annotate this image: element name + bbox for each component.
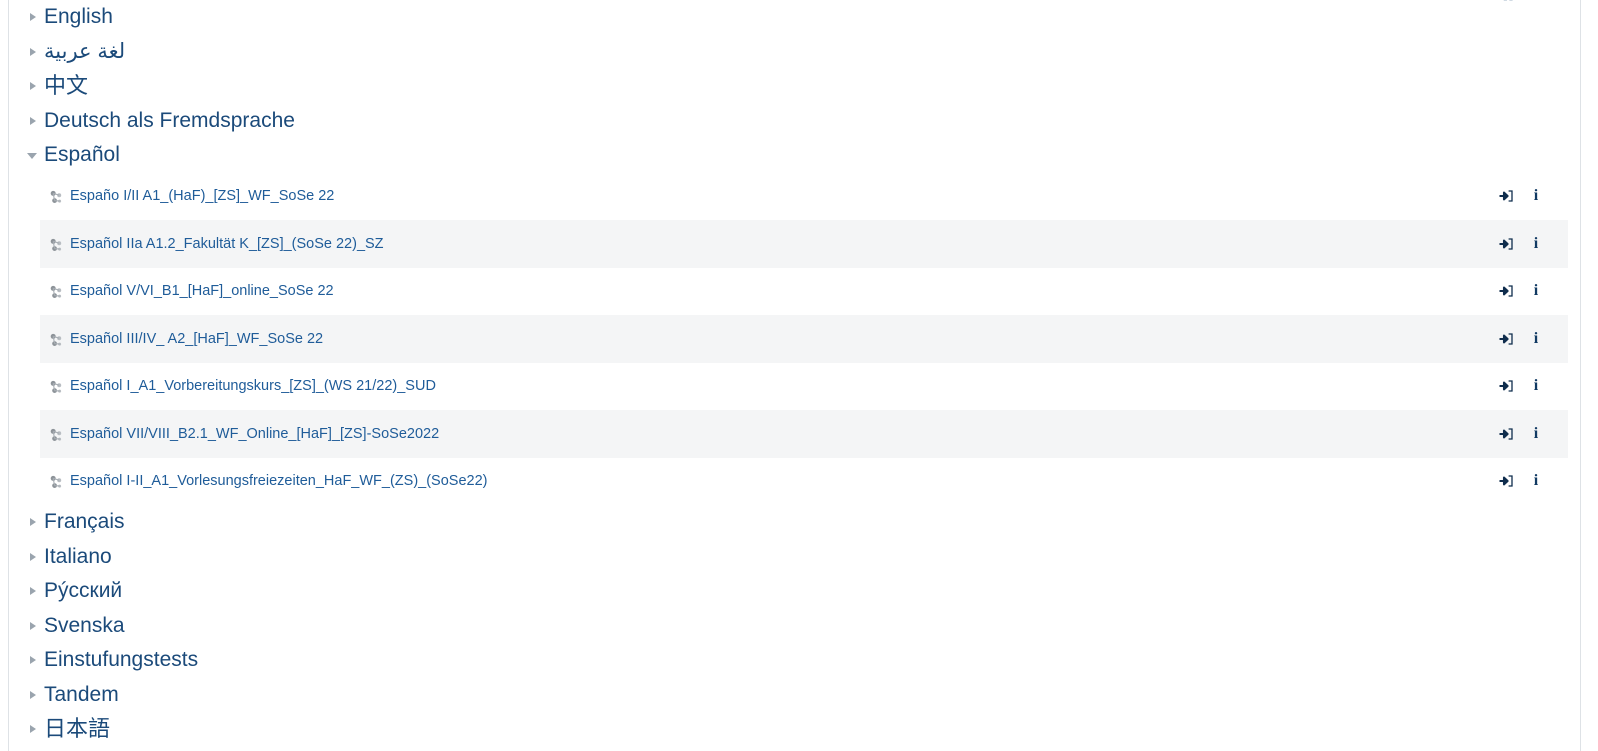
course-globe-icon bbox=[48, 474, 64, 490]
chevron-right-icon[interactable] bbox=[26, 550, 40, 564]
info-icon[interactable]: i bbox=[1528, 235, 1544, 252]
category-item-japanese[interactable]: 日本語 bbox=[9, 712, 1580, 747]
chevron-right-icon[interactable] bbox=[26, 722, 40, 736]
course-name[interactable]: Español I-II_A1_Vorlesungsfreiezeiten_Ha… bbox=[70, 472, 487, 490]
row-actions: i bbox=[1498, 188, 1554, 204]
course-link[interactable]: Español V/VI_B1_[HaF]_online_SoSe 22 bbox=[48, 282, 1498, 300]
chevron-right-icon[interactable] bbox=[26, 515, 40, 529]
category-item-english[interactable]: English bbox=[9, 0, 1580, 35]
sign-in-icon[interactable] bbox=[1498, 331, 1514, 347]
chevron-right-icon[interactable] bbox=[26, 688, 40, 702]
category-label[interactable]: Español bbox=[44, 143, 120, 167]
info-icon[interactable]: i bbox=[1528, 473, 1544, 489]
category-label[interactable]: Français bbox=[44, 510, 125, 534]
info-icon[interactable]: i bbox=[1528, 283, 1544, 299]
table-row[interactable]: Español V/VI_B1_[HaF]_online_SoSe 22 i bbox=[40, 267, 1568, 315]
course-globe-icon bbox=[48, 332, 64, 348]
row-actions: i bbox=[1498, 330, 1554, 347]
row-actions: i bbox=[1498, 235, 1554, 252]
category-label[interactable]: Italiano bbox=[44, 545, 112, 569]
table-row[interactable]: Español IIa A1.2_Fakultät K_[ZS]_(SoSe 2… bbox=[40, 220, 1568, 268]
chevron-right-icon[interactable] bbox=[26, 653, 40, 667]
table-row[interactable]: Españo I/II A1_(HaF)_[ZS]_WF_SoSe 22 i bbox=[40, 172, 1568, 220]
course-link[interactable]: Español III/IV_ A2_[HaF]_WF_SoSe 22 bbox=[48, 330, 1498, 348]
content-right-border bbox=[1580, 0, 1581, 751]
category-item-espanol[interactable]: Español bbox=[9, 138, 1580, 173]
chevron-right-icon[interactable] bbox=[26, 619, 40, 633]
course-link[interactable]: Español IIa A1.2_Fakultät K_[ZS]_(SoSe 2… bbox=[48, 235, 1498, 253]
info-icon[interactable]: i bbox=[1528, 330, 1544, 347]
course-name[interactable]: Español IIa A1.2_Fakultät K_[ZS]_(SoSe 2… bbox=[70, 235, 384, 253]
course-name[interactable]: Español III/IV_ A2_[HaF]_WF_SoSe 22 bbox=[70, 330, 323, 348]
sign-in-icon[interactable] bbox=[1498, 426, 1514, 442]
course-link[interactable]: Español I_A1_Vorbereitungskurs_[ZS]_(WS … bbox=[48, 377, 1498, 395]
row-actions: i bbox=[1498, 378, 1554, 394]
category-item-chinese[interactable]: 中文 bbox=[9, 69, 1580, 104]
course-globe-icon bbox=[48, 379, 64, 395]
course-list: Españo I/II A1_(HaF)_[ZS]_WF_SoSe 22 i E… bbox=[9, 172, 1580, 505]
sign-in-icon[interactable] bbox=[1498, 473, 1514, 489]
category-item-tandem[interactable]: Tandem bbox=[9, 678, 1580, 713]
category-label[interactable]: Tandem bbox=[44, 683, 119, 707]
chevron-right-icon[interactable] bbox=[26, 45, 40, 59]
sign-in-icon[interactable] bbox=[1498, 378, 1514, 394]
course-globe-icon bbox=[48, 284, 64, 300]
course-category-listing-page: ▪▪ English لغة عربية 中文 Deutsch als Frem… bbox=[0, 0, 1598, 751]
chevron-right-icon[interactable] bbox=[26, 114, 40, 128]
course-name[interactable]: Español VII/VIII_B2.1_WF_Online_[HaF]_[Z… bbox=[70, 425, 439, 443]
course-globe-icon bbox=[48, 189, 64, 205]
category-item-italiano[interactable]: Italiano bbox=[9, 540, 1580, 575]
sign-in-icon[interactable] bbox=[1498, 188, 1514, 204]
row-actions: i bbox=[1498, 425, 1554, 442]
category-item-svenska[interactable]: Svenska bbox=[9, 609, 1580, 644]
sign-in-icon[interactable] bbox=[1498, 236, 1514, 252]
category-label[interactable]: Svenska bbox=[44, 614, 125, 638]
table-row[interactable]: Español III/IV_ A2_[HaF]_WF_SoSe 22 i bbox=[40, 315, 1568, 363]
category-label[interactable]: English bbox=[44, 5, 113, 29]
course-globe-icon bbox=[48, 237, 64, 253]
category-item-arabic[interactable]: لغة عربية bbox=[9, 35, 1580, 70]
category-label[interactable]: Einstufungstests bbox=[44, 648, 198, 672]
category-item-einstufungstests[interactable]: Einstufungstests bbox=[9, 643, 1580, 678]
table-row[interactable]: Español I_A1_Vorbereitungskurs_[ZS]_(WS … bbox=[40, 362, 1568, 410]
category-item-francais[interactable]: Français bbox=[9, 505, 1580, 540]
category-label[interactable]: لغة عربية bbox=[44, 40, 125, 64]
info-icon[interactable]: i bbox=[1528, 188, 1544, 204]
category-tree: English لغة عربية 中文 Deutsch als Fremdsp… bbox=[9, 0, 1580, 747]
chevron-right-icon[interactable] bbox=[26, 79, 40, 93]
course-link[interactable]: Español I-II_A1_Vorlesungsfreiezeiten_Ha… bbox=[48, 472, 1498, 490]
course-link[interactable]: Español VII/VIII_B2.1_WF_Online_[HaF]_[Z… bbox=[48, 425, 1498, 443]
course-link[interactable]: Españo I/II A1_(HaF)_[ZS]_WF_SoSe 22 bbox=[48, 187, 1498, 205]
category-item-deutsch-als-fremdsprache[interactable]: Deutsch als Fremdsprache bbox=[9, 104, 1580, 139]
category-label[interactable]: Deutsch als Fremdsprache bbox=[44, 109, 295, 133]
category-item-russkiy[interactable]: Pýсский bbox=[9, 574, 1580, 609]
category-label[interactable]: 中文 bbox=[44, 74, 88, 98]
course-name[interactable]: Español I_A1_Vorbereitungskurs_[ZS]_(WS … bbox=[70, 377, 436, 395]
row-actions: i bbox=[1498, 283, 1554, 299]
course-globe-icon bbox=[48, 427, 64, 443]
category-label[interactable]: Pýсский bbox=[44, 579, 122, 603]
chevron-right-icon[interactable] bbox=[26, 10, 40, 24]
chevron-right-icon[interactable] bbox=[26, 584, 40, 598]
course-name[interactable]: Español V/VI_B1_[HaF]_online_SoSe 22 bbox=[70, 282, 334, 300]
category-label[interactable]: 日本語 bbox=[44, 717, 110, 741]
table-row[interactable]: Español I-II_A1_Vorlesungsfreiezeiten_Ha… bbox=[40, 457, 1568, 505]
course-name[interactable]: Españo I/II A1_(HaF)_[ZS]_WF_SoSe 22 bbox=[70, 187, 334, 205]
table-row[interactable]: Español VII/VIII_B2.1_WF_Online_[HaF]_[Z… bbox=[40, 410, 1568, 458]
info-icon[interactable]: i bbox=[1528, 425, 1544, 442]
sign-in-icon[interactable] bbox=[1498, 283, 1514, 299]
row-actions: i bbox=[1498, 473, 1554, 489]
chevron-down-icon[interactable] bbox=[26, 148, 40, 162]
info-icon[interactable]: i bbox=[1528, 378, 1544, 394]
